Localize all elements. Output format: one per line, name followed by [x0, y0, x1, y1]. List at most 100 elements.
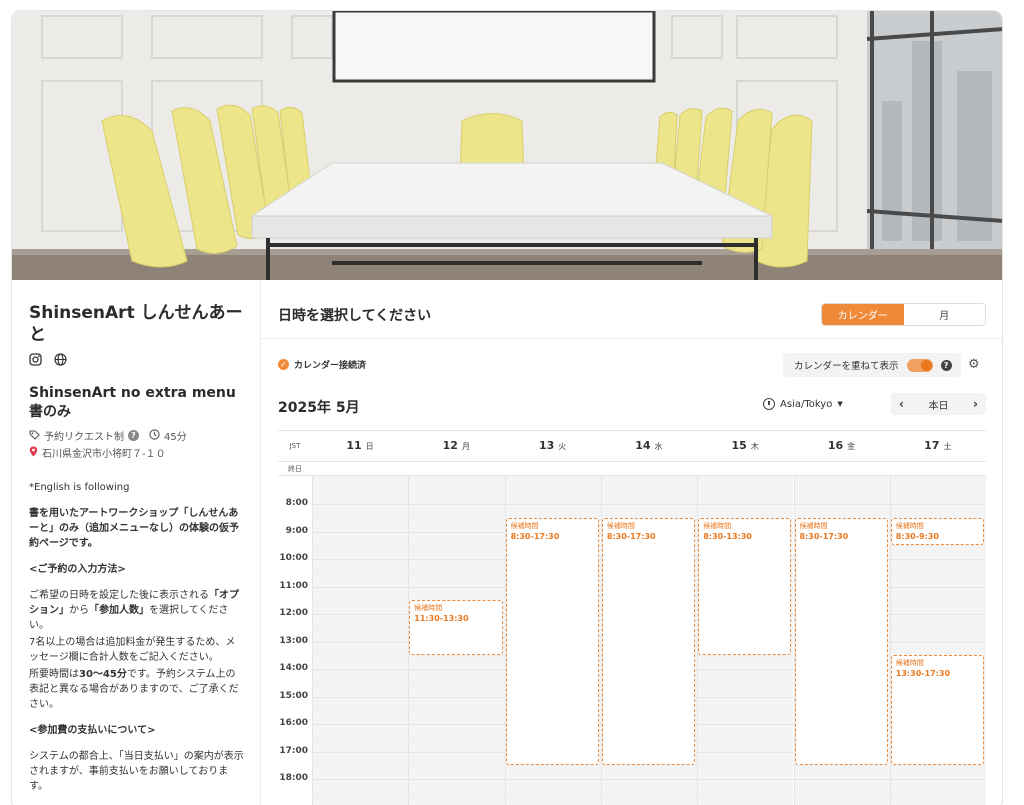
day-of-week: 土: [943, 442, 952, 451]
overlay-calendar-control: カレンダーを重ねて表示 ?: [783, 353, 961, 377]
day-number: 15: [731, 439, 747, 452]
gear-icon[interactable]: ⚙: [968, 358, 980, 371]
overlay-label: カレンダーを重ねて表示: [794, 361, 899, 372]
tab-month[interactable]: 月: [903, 304, 985, 325]
divider: [261, 338, 1002, 339]
hour-label: 17:00: [279, 745, 308, 756]
day-of-week: 月: [461, 442, 470, 451]
description-heading: <ご予約の入力方法>: [29, 564, 126, 575]
available-slot[interactable]: 候補時間 8:30-13:30: [698, 517, 792, 656]
booking-card: ShinsenArt しんせんあーと ShinsenArt no extra m…: [11, 10, 1003, 805]
description-line: *English is following: [29, 482, 130, 493]
duration: 45分: [164, 432, 187, 443]
connected-label: カレンダー接続済: [294, 361, 367, 371]
menu-meta: 予約リクエスト制 ? 45分: [29, 428, 187, 443]
day-number: 12: [442, 439, 458, 452]
available-slot[interactable]: 候補時間 8:30-9:30: [890, 517, 985, 546]
chevron-left-icon[interactable]: ‹: [899, 397, 904, 411]
day-header: 12 月: [408, 439, 504, 452]
day-number: 14: [635, 439, 651, 452]
day-header: 16 金: [794, 439, 890, 452]
slot-time: 13:30-17:30: [895, 669, 951, 679]
social-links: [29, 351, 67, 366]
day-number: 17: [924, 439, 940, 452]
description-heading: <参加費の支払いについて>: [29, 725, 156, 736]
hour-label: 8:00: [285, 498, 308, 508]
timezone-select[interactable]: Asia/Tokyo ▼: [763, 398, 843, 410]
hero-image: [12, 11, 1002, 280]
tab-calendar[interactable]: カレンダー: [822, 304, 904, 325]
slot-time: 8:30-13:30: [703, 531, 752, 541]
description-intro: 書を用いたアートワークショップ「しんせんあーと」のみ（追加メニューなし）の体験の…: [29, 508, 239, 549]
timezone-value: Asia/Tokyo: [780, 398, 833, 410]
day-number: 11: [346, 439, 362, 452]
instagram-icon[interactable]: [29, 351, 42, 366]
day-header: 13 火: [505, 439, 601, 452]
day-number: 13: [538, 439, 555, 452]
shop-info-panel: ShinsenArt しんせんあーと ShinsenArt no extra m…: [12, 280, 261, 805]
slot-kind: 候補時間: [895, 659, 924, 668]
shop-title: ShinsenArt しんせんあーと: [29, 303, 243, 345]
hour-label: 12:00: [279, 608, 308, 618]
half-hour-line: [312, 792, 986, 794]
globe-icon[interactable]: [54, 351, 67, 366]
week-calendar: JST 11 日 12 月 13 火 14 水 15 木 16 金 17 土 終日 8:00 9:00 10:…: [278, 430, 987, 805]
available-slot[interactable]: 候補時間 11:30-13:30: [409, 600, 503, 656]
available-slot[interactable]: 候補時間 8:30-17:30: [601, 517, 696, 766]
slot-time: 8:30-9:30: [895, 531, 939, 541]
day-of-week: 日: [365, 442, 374, 451]
day-header: 17 土: [890, 439, 986, 452]
all-day-label: 終日: [288, 465, 302, 473]
calendar-connected-status: ✓ カレンダー接続済: [278, 358, 366, 371]
slot-time: 8:30-17:30: [606, 531, 656, 541]
slot-time: 11:30-13:30: [414, 614, 469, 624]
request-type: 予約リクエスト制: [44, 432, 124, 443]
view-toggle: カレンダー 月: [821, 303, 986, 326]
date-picker-panel: 日時を選択してください カレンダー 月 ✓ カレンダー接続済 カレンダーを重ねて…: [261, 280, 1002, 805]
day-of-week: 火: [558, 442, 567, 451]
clock-icon: [149, 428, 160, 443]
overlay-toggle[interactable]: [906, 358, 933, 372]
hour-label: 10:00: [279, 553, 308, 563]
day-number: 16: [827, 439, 844, 452]
day-of-week: 金: [847, 442, 856, 451]
slot-kind: 候補時間: [510, 521, 539, 530]
day-column[interactable]: [312, 476, 409, 805]
slot-time: 8:30-17:30: [799, 531, 849, 541]
hour-label: 11:00: [279, 580, 308, 591]
page-title: 日時を選択してください: [278, 308, 432, 324]
address: 石川県金沢市小将町７-１０: [42, 449, 166, 460]
hour-label: 16:00: [279, 718, 308, 728]
available-slot[interactable]: 候補時間 13:30-17:30: [890, 655, 985, 766]
caret-down-icon: ▼: [837, 400, 843, 408]
slot-kind: 候補時間: [799, 521, 828, 530]
calendar-header: JST 11 日 12 月 13 火 14 水 15 木 16 金 17 土: [278, 430, 986, 462]
all-day-row: 終日: [278, 462, 986, 476]
day-of-week: 水: [654, 442, 663, 451]
help-icon[interactable]: ?: [128, 430, 139, 441]
chevron-right-icon[interactable]: ›: [973, 397, 978, 411]
description-line: ご希望の日時を設定した後に表示される「オプション」から「参加人数」を選択してくだ…: [29, 590, 239, 631]
slot-kind: 候補時間: [606, 521, 635, 530]
hour-line: [312, 779, 986, 780]
timezone-short: JST: [289, 442, 301, 450]
description-line: システムの都合上、「当日支払い」の案内が表示されますが、事前支払いをお願いしてお…: [29, 751, 244, 792]
week-navigation: ‹ 本日 ›: [891, 393, 986, 415]
half-hour-line: [312, 765, 986, 767]
request-icon: [29, 429, 40, 443]
check-icon: ✓: [278, 359, 289, 370]
hour-line: [312, 504, 986, 505]
hour-label: 14:00: [279, 663, 308, 673]
day-header: 14 水: [601, 439, 697, 452]
menu-description: *English is following 書を用いたアートワークショップ「しん…: [29, 480, 244, 805]
available-slot[interactable]: 候補時間 8:30-17:30: [505, 517, 599, 766]
slot-time: 8:30-17:30: [510, 531, 560, 541]
hour-label: 9:00: [285, 525, 308, 536]
today-button[interactable]: 本日: [929, 397, 949, 412]
slot-kind: 候補時間: [414, 604, 443, 613]
hour-label: 13:00: [279, 635, 308, 646]
map-pin-icon: [29, 446, 38, 460]
available-slot[interactable]: 候補時間 8:30-17:30: [794, 517, 888, 766]
description-line: 所要時間は30〜45分です。予約システム上の表記と異なる場合がありますので、ご了…: [29, 669, 239, 710]
help-icon[interactable]: ?: [940, 359, 952, 371]
